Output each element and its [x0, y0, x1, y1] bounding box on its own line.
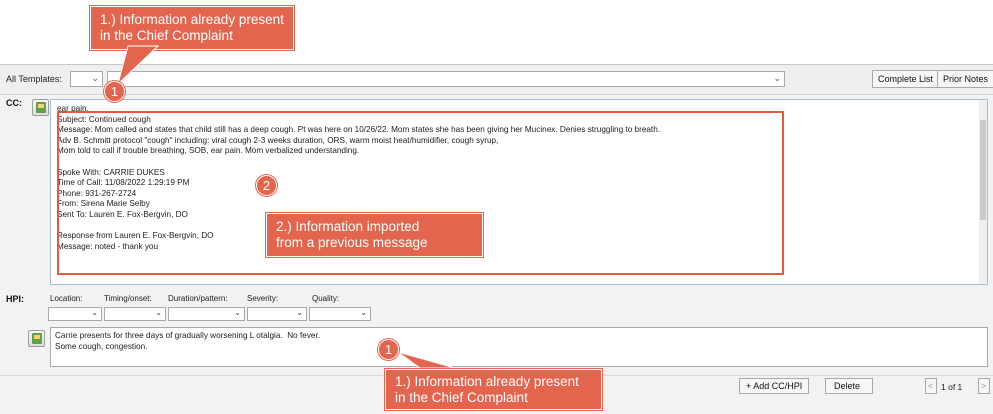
callout-imported-info: 2.) Information imported from a previous…	[266, 213, 483, 257]
cc-label: CC:	[6, 98, 22, 108]
hpi-timing-label: Timing/onset:	[104, 294, 152, 303]
chevron-down-icon: ⌄	[234, 308, 241, 317]
hpi-quality-select[interactable]: ⌄	[309, 307, 371, 321]
callout-badge-top: 1	[104, 81, 125, 102]
hpi-label: HPI:	[6, 294, 24, 304]
chevron-down-icon: ⌄	[155, 308, 162, 317]
hpi-duration-label: Duration/pattern:	[168, 294, 228, 303]
chevron-down-icon: ⌄	[91, 308, 98, 317]
chevron-down-icon: ⌄	[91, 73, 99, 83]
add-cc-hpi-button[interactable]: + Add CC/HPI	[739, 378, 810, 394]
hpi-text: Carrie presents for three days of gradua…	[55, 331, 321, 351]
callout-existing-info-top: 1.) Information already present in the C…	[90, 6, 294, 50]
hpi-edit-icon[interactable]	[28, 330, 45, 347]
prev-page-button[interactable]: <	[925, 378, 937, 394]
chevron-down-icon: ⌄	[296, 308, 303, 317]
hpi-duration-select[interactable]: ⌄	[168, 307, 245, 321]
prior-notes-button[interactable]: Prior Notes	[937, 70, 993, 88]
hpi-textarea[interactable]: Carrie presents for three days of gradua…	[50, 327, 988, 367]
delete-button[interactable]: Delete	[825, 378, 873, 394]
hpi-location-select[interactable]: ⌄	[48, 307, 102, 321]
next-page-button[interactable]: >	[978, 378, 990, 394]
page-indicator: 1 of 1	[941, 382, 963, 392]
template-toolbar: All Templates: ⌄ ⌄ Complete List Prior N…	[0, 65, 993, 95]
hpi-location-label: Location:	[50, 294, 83, 303]
hpi-severity-select[interactable]: ⌄	[247, 307, 307, 321]
cc-scrollbar[interactable]	[979, 100, 987, 284]
callout-badge-middle: 2	[256, 175, 277, 196]
cc-edit-icon[interactable]	[32, 99, 49, 116]
hpi-severity-label: Severity:	[247, 294, 279, 303]
templates-filter-select[interactable]: ⌄	[70, 71, 103, 87]
hpi-quality-label: Quality:	[312, 294, 340, 303]
chevron-down-icon: ⌄	[360, 308, 367, 317]
hpi-timing-select[interactable]: ⌄	[104, 307, 166, 321]
templates-label: All Templates:	[6, 74, 62, 84]
template-select[interactable]: ⌄	[107, 71, 785, 87]
chevron-down-icon: ⌄	[773, 73, 781, 83]
callout-existing-info-bottom: 1.) Information already present in the C…	[385, 369, 602, 410]
callout-badge-bottom: 1	[378, 339, 399, 360]
complete-list-button[interactable]: Complete List	[872, 70, 940, 88]
